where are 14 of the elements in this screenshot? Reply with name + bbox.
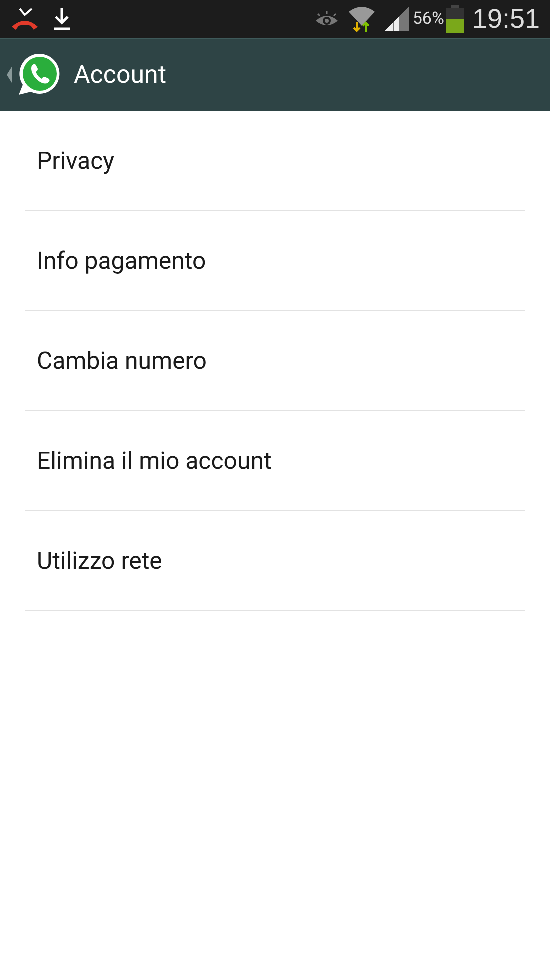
clock: 19:51 [472, 4, 540, 34]
settings-item[interactable]: Elimina il mio account [25, 411, 525, 511]
settings-item[interactable]: Utilizzo rete [25, 511, 525, 611]
download-icon [52, 7, 72, 31]
signal-icon [384, 6, 410, 32]
missed-call-icon [10, 7, 40, 31]
settings-item[interactable]: Info pagamento [25, 211, 525, 311]
screen-title: Account [74, 60, 167, 90]
settings-item[interactable]: Privacy [25, 111, 525, 211]
eye-icon [314, 10, 340, 28]
battery-icon [446, 5, 464, 33]
wifi-icon [348, 5, 376, 33]
battery-percentage: 56% [412, 9, 444, 29]
settings-item[interactable]: Cambia numero [25, 311, 525, 411]
